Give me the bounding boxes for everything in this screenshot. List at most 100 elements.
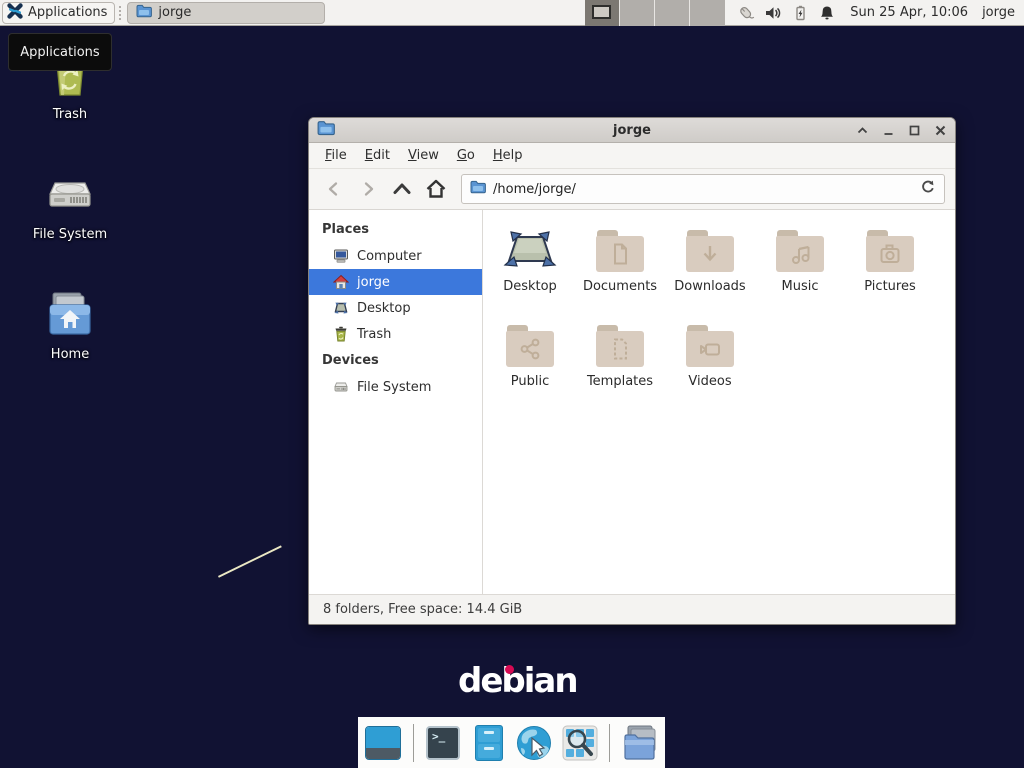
applications-menu-button[interactable]: Applications: [2, 2, 115, 24]
notifications-bell-icon[interactable]: [818, 4, 836, 22]
menu-file[interactable]: File: [316, 144, 356, 167]
home-folder-icon: [22, 290, 118, 338]
folder-item-videos[interactable]: Videos: [665, 318, 755, 396]
window-folder-icon: [317, 120, 335, 140]
downloads-folder-icon: [665, 223, 755, 279]
reload-icon[interactable]: [920, 179, 936, 199]
minimize-button[interactable]: [882, 124, 895, 137]
terminal-icon[interactable]: >_: [424, 723, 463, 763]
mouse-icon[interactable]: [737, 4, 755, 22]
menu-bar: File Edit View Go Help: [309, 143, 955, 169]
debian-red-dot: [505, 665, 514, 674]
battery-charging-icon[interactable]: [791, 4, 809, 22]
desktop-icon-home[interactable]: Home: [22, 290, 118, 362]
file-cabinet-icon[interactable]: [469, 723, 508, 763]
folder-item-public[interactable]: Public: [485, 318, 575, 396]
forward-button[interactable]: [353, 175, 383, 203]
folder-label: Music: [755, 279, 845, 294]
back-button[interactable]: [319, 175, 349, 203]
web-browser-icon[interactable]: [515, 723, 554, 763]
drive-icon: [22, 170, 118, 218]
shade-button[interactable]: [856, 124, 869, 137]
path-text[interactable]: /home/jorge/: [493, 182, 913, 197]
taskbar-grip[interactable]: [119, 6, 124, 20]
folder-label: Pictures: [845, 279, 935, 294]
panel-user-label[interactable]: jorge: [982, 5, 1015, 20]
toolbar: /home/jorge/: [309, 169, 955, 210]
desktop-icon-file-system[interactable]: File System: [22, 170, 118, 242]
tooltip-text: Applications: [20, 45, 99, 60]
folder-item-music[interactable]: Music: [755, 223, 845, 301]
folder-label: Public: [485, 374, 575, 389]
desktop-icon-label: File System: [22, 227, 118, 242]
menu-view[interactable]: View: [399, 144, 448, 167]
computer-icon: [333, 248, 349, 264]
path-bar[interactable]: /home/jorge/: [461, 174, 945, 204]
sidebar-item-label: Computer: [357, 249, 422, 264]
folder-item-downloads[interactable]: Downloads: [665, 223, 755, 301]
folder-icon[interactable]: [620, 723, 659, 763]
taskbar-window-button[interactable]: jorge: [127, 2, 325, 24]
trash-icon: [333, 326, 349, 342]
debian-logo: debian: [458, 661, 577, 701]
music-folder-icon: [755, 223, 845, 279]
file-manager-window: jorge File Edit View Go Help: [308, 117, 956, 625]
documents-folder-icon: [575, 223, 665, 279]
sidebar-item-label: File System: [357, 380, 431, 395]
applications-logo-icon: [7, 3, 23, 23]
system-tray: [737, 4, 836, 22]
workspace-3[interactable]: [655, 0, 690, 26]
menu-go[interactable]: Go: [448, 144, 484, 167]
folder-item-pictures[interactable]: Pictures: [845, 223, 935, 301]
folder-label: Documents: [575, 279, 665, 294]
sidebar-item-label: jorge: [357, 275, 390, 290]
status-bar: 8 folders, Free space: 14.4 GiB: [309, 594, 955, 624]
desktop-icon: [333, 300, 349, 316]
debian-wordmark: debian: [458, 661, 577, 701]
dock-separator: [413, 724, 414, 762]
places-header: Places: [309, 216, 482, 243]
folder-item-templates[interactable]: Templates: [575, 318, 665, 396]
folder-item-desktop[interactable]: Desktop: [485, 223, 575, 301]
folder-label: Desktop: [485, 279, 575, 294]
app-finder-icon[interactable]: [561, 723, 600, 763]
workspace-4[interactable]: [690, 0, 725, 26]
public-folder-icon: [485, 318, 575, 374]
sidebar-item-jorge[interactable]: jorge: [309, 269, 482, 295]
top-panel: Applications jorge: [0, 0, 1024, 26]
path-folder-icon: [470, 180, 486, 198]
menu-help[interactable]: Help: [484, 144, 532, 167]
folder-label: Videos: [665, 374, 755, 389]
sidebar-item-file-system[interactable]: File System: [309, 374, 482, 400]
volume-icon[interactable]: [764, 4, 782, 22]
folder-item-documents[interactable]: Documents: [575, 223, 665, 301]
window-titlebar[interactable]: jorge: [309, 118, 955, 143]
workspace-1[interactable]: [585, 0, 620, 26]
templates-folder-icon: [575, 318, 665, 374]
sidebar-item-trash[interactable]: Trash: [309, 321, 482, 347]
sidebar-item-desktop[interactable]: Desktop: [309, 295, 482, 321]
menu-edit[interactable]: Edit: [356, 144, 399, 167]
bottom-dock: >_: [358, 717, 665, 768]
side-pane: Places Computer: [309, 210, 483, 594]
desktop-icon-label: Home: [22, 347, 118, 362]
up-button[interactable]: [387, 175, 417, 203]
applications-menu-label: Applications: [28, 5, 107, 20]
maximize-button[interactable]: [908, 124, 921, 137]
dock-separator: [609, 724, 610, 762]
file-list-view[interactable]: Desktop Documents: [483, 210, 955, 594]
show-desktop-icon[interactable]: [364, 723, 403, 763]
pictures-folder-icon: [845, 223, 935, 279]
taskbar-folder-icon: [136, 4, 152, 22]
devices-header: Devices: [309, 347, 482, 374]
sidebar-item-label: Desktop: [357, 301, 411, 316]
videos-folder-icon: [665, 318, 755, 374]
close-button[interactable]: [934, 124, 947, 137]
home-icon: [333, 274, 349, 290]
applications-tooltip: Applications: [8, 33, 112, 71]
sidebar-item-computer[interactable]: Computer: [309, 243, 482, 269]
workspace-2[interactable]: [620, 0, 655, 26]
home-button[interactable]: [421, 175, 451, 203]
panel-clock[interactable]: Sun 25 Apr, 10:06: [850, 5, 968, 20]
desktop-icon-label: Trash: [22, 107, 118, 122]
